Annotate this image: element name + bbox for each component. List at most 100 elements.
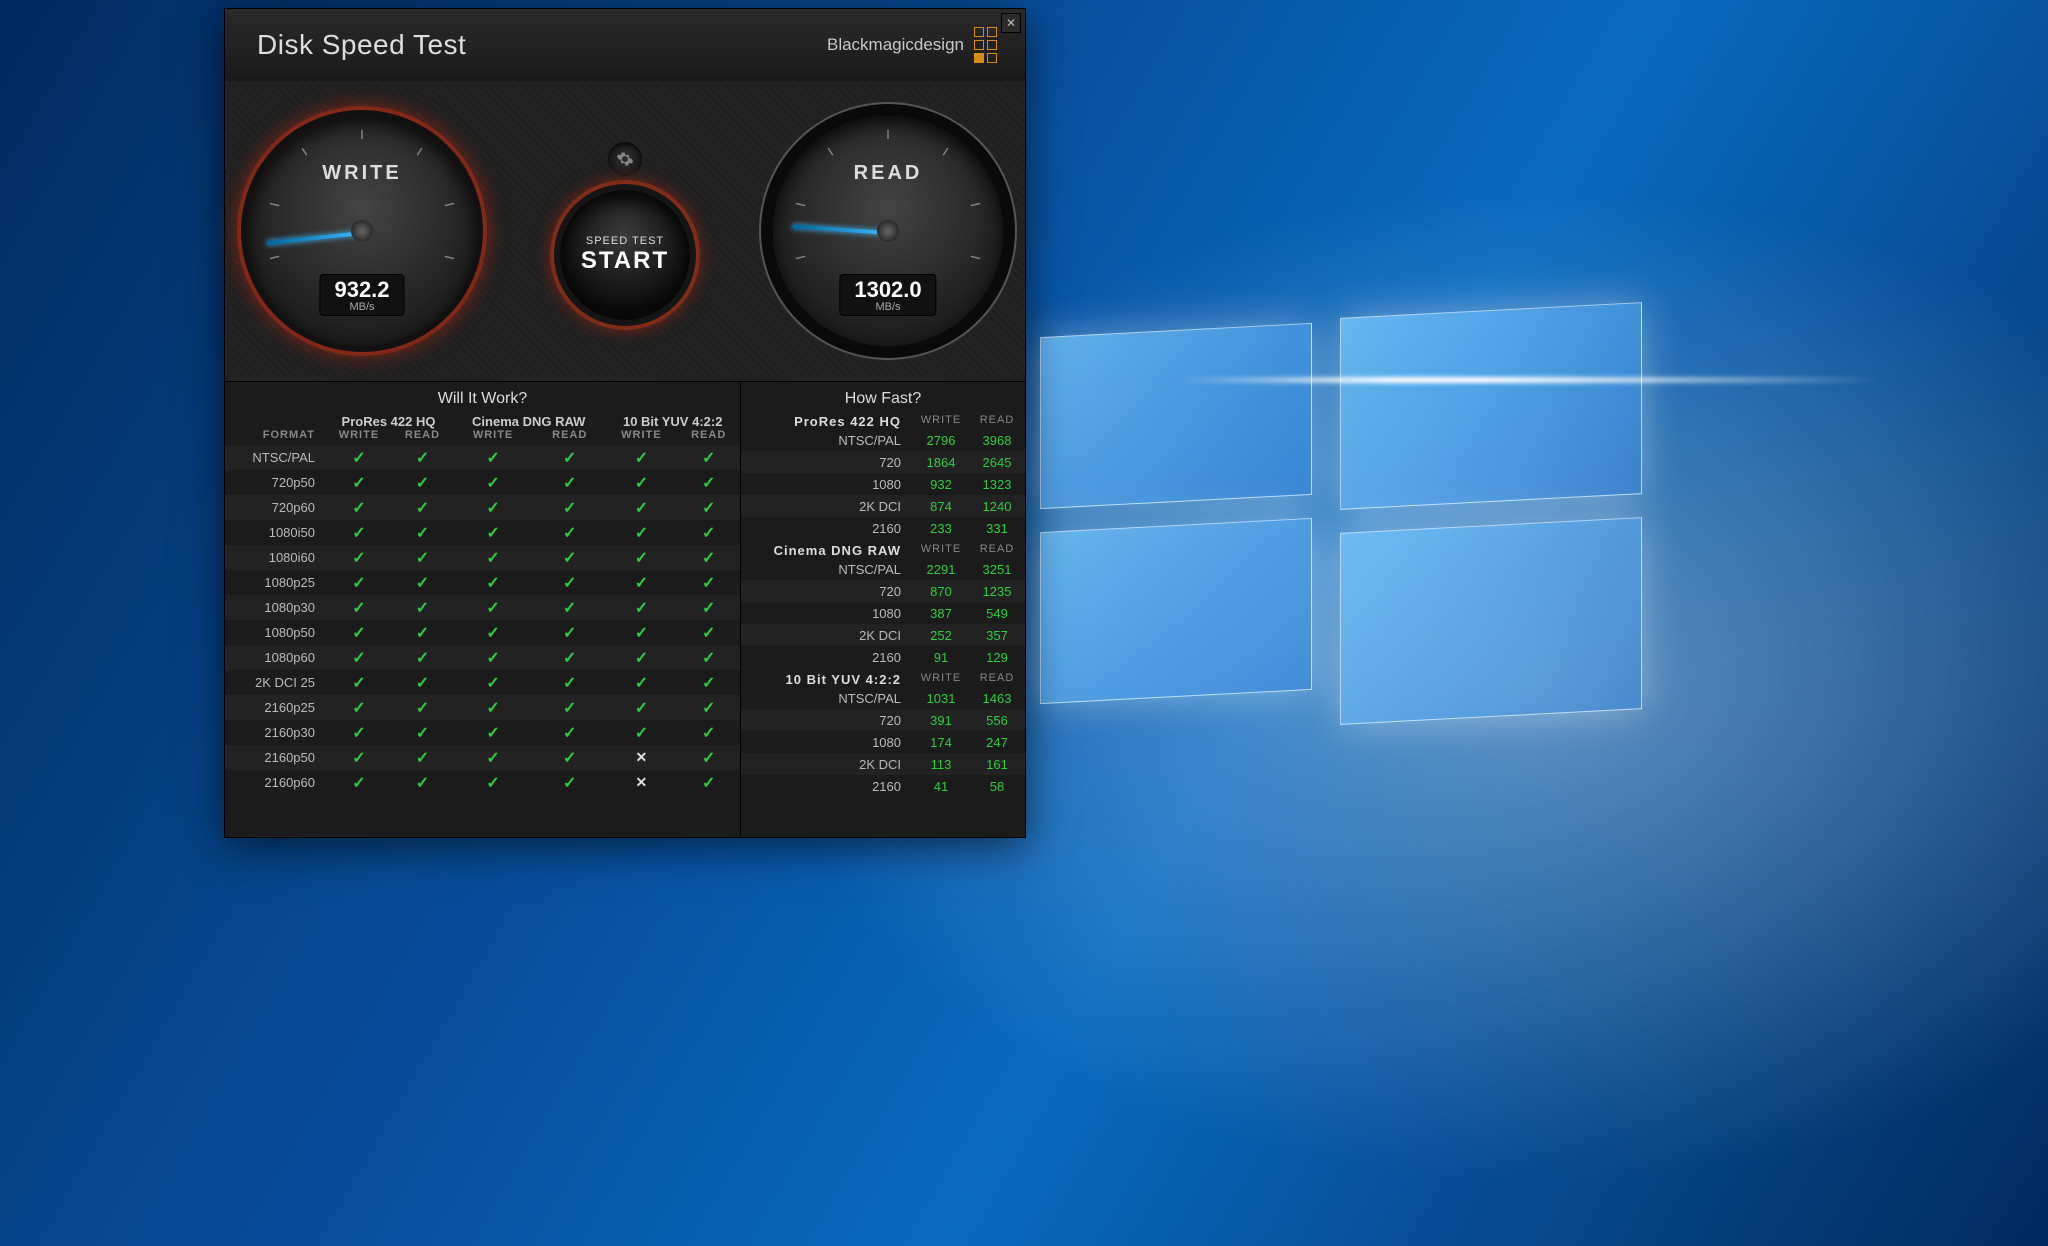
check-icon: ✓: [702, 625, 715, 642]
table-row: 2160p60✓✓✓✓✕✓: [225, 770, 740, 795]
format-header: FORMAT: [225, 429, 325, 445]
read-fps: 1240: [969, 499, 1025, 514]
check-cell: ✓: [534, 545, 605, 570]
check-cell: ✓: [605, 495, 677, 520]
read-fps: 129: [969, 650, 1025, 665]
check-icon: ✓: [486, 700, 499, 717]
table-row: NTSC/PAL22913251: [741, 558, 1025, 580]
check-cell: ✓: [677, 645, 740, 670]
check-cell: ✓: [605, 545, 677, 570]
check-icon: ✓: [563, 750, 576, 767]
table-row: 1080p50✓✓✓✓✓✓: [225, 620, 740, 645]
check-cell: ✓: [452, 770, 534, 795]
check-cell: ✓: [452, 645, 534, 670]
check-icon: ✓: [416, 450, 429, 467]
check-cell: ✓: [534, 645, 605, 670]
check-icon: ✓: [635, 450, 648, 467]
format-label: NTSC/PAL: [741, 691, 913, 706]
table-row: 1080174247: [741, 731, 1025, 753]
table-row: 2160p25✓✓✓✓✓✓: [225, 695, 740, 720]
format-label: 1080p50: [225, 620, 325, 645]
group-name: ProRes 422 HQ: [741, 414, 913, 429]
check-cell: ✓: [325, 670, 393, 695]
write-fps: 932: [913, 477, 969, 492]
table-row: 2K DCI 25✓✓✓✓✓✓: [225, 670, 740, 695]
write-fps: 174: [913, 735, 969, 750]
read-fps: 58: [969, 779, 1025, 794]
table-row: 2K DCI252357: [741, 624, 1025, 646]
check-icon: ✓: [702, 775, 715, 792]
read-fps: 1463: [969, 691, 1025, 706]
close-button[interactable]: ✕: [1001, 13, 1021, 33]
subcol-header: WRITE: [452, 429, 534, 445]
codec-header: Cinema DNG RAW: [452, 414, 605, 429]
format-label: 2160p50: [225, 745, 325, 770]
titlebar: Disk Speed Test Blackmagicdesign: [225, 9, 1025, 81]
write-fps: 2291: [913, 562, 969, 577]
check-cell: ✓: [534, 695, 605, 720]
check-cell: ✓: [677, 445, 740, 470]
codec-header: ProRes 422 HQ: [325, 414, 452, 429]
check-icon: ✓: [702, 450, 715, 467]
check-cell: ✓: [393, 470, 452, 495]
format-label: 2160p25: [225, 695, 325, 720]
write-gauge: WRITE 932.2 MB/s: [247, 116, 477, 346]
check-cell: ✓: [325, 520, 393, 545]
check-cell: ✓: [605, 670, 677, 695]
check-icon: ✓: [352, 650, 365, 667]
check-cell: ✓: [534, 720, 605, 745]
check-cell: ✓: [452, 695, 534, 720]
check-cell: ✓: [452, 595, 534, 620]
format-label: 2K DCI: [741, 757, 913, 772]
read-fps: 161: [969, 757, 1025, 772]
check-cell: ✓: [677, 670, 740, 695]
check-icon: ✓: [563, 575, 576, 592]
subcol-header: READ: [534, 429, 605, 445]
check-cell: ✓: [677, 570, 740, 595]
check-cell: ✓: [325, 695, 393, 720]
check-cell: ✓: [534, 770, 605, 795]
check-cell: ✓: [534, 570, 605, 595]
check-cell: ✓: [325, 595, 393, 620]
check-cell: ✓: [393, 770, 452, 795]
results-panel: Will It Work? ProRes 422 HQCinema DNG RA…: [225, 381, 1025, 836]
check-cell: ✓: [325, 645, 393, 670]
check-cell: ✓: [393, 745, 452, 770]
write-readout: 932.2 MB/s: [319, 274, 404, 316]
format-label: NTSC/PAL: [741, 562, 913, 577]
check-icon: ✓: [486, 600, 499, 617]
settings-button[interactable]: [608, 142, 642, 176]
check-icon: ✓: [563, 475, 576, 492]
subcol-header: READ: [393, 429, 452, 445]
subcol-header: READ: [969, 414, 1025, 429]
group-name: Cinema DNG RAW: [741, 543, 913, 558]
table-row: 216091129: [741, 646, 1025, 668]
table-row: 720p60✓✓✓✓✓✓: [225, 495, 740, 520]
subcol-header: WRITE: [913, 672, 969, 687]
check-icon: ✓: [416, 550, 429, 567]
check-cell: ✓: [325, 620, 393, 645]
format-label: 2K DCI: [741, 499, 913, 514]
write-fps: 41: [913, 779, 969, 794]
read-fps: 357: [969, 628, 1025, 643]
check-cell: ✓: [393, 570, 452, 595]
check-cell: ✓: [452, 745, 534, 770]
write-fps: 1031: [913, 691, 969, 706]
format-label: 1080i50: [225, 520, 325, 545]
subcol-header: WRITE: [605, 429, 677, 445]
check-cell: ✓: [393, 620, 452, 645]
start-line2: START: [581, 247, 669, 275]
check-cell: ✓: [677, 545, 740, 570]
check-icon: ✓: [352, 775, 365, 792]
check-icon: ✓: [352, 475, 365, 492]
check-icon: ✓: [486, 550, 499, 567]
codec-group: 10 Bit YUV 4:2:2WRITEREADNTSC/PAL1031146…: [741, 672, 1025, 797]
check-icon: ✓: [635, 600, 648, 617]
will-it-work-title: Will It Work?: [225, 382, 740, 414]
table-row: 1080i60✓✓✓✓✓✓: [225, 545, 740, 570]
read-fps: 331: [969, 521, 1025, 536]
start-button[interactable]: SPEED TEST START: [560, 190, 690, 320]
write-fps: 113: [913, 757, 969, 772]
table-row: 2K DCI8741240: [741, 495, 1025, 517]
check-icon: ✓: [635, 700, 648, 717]
